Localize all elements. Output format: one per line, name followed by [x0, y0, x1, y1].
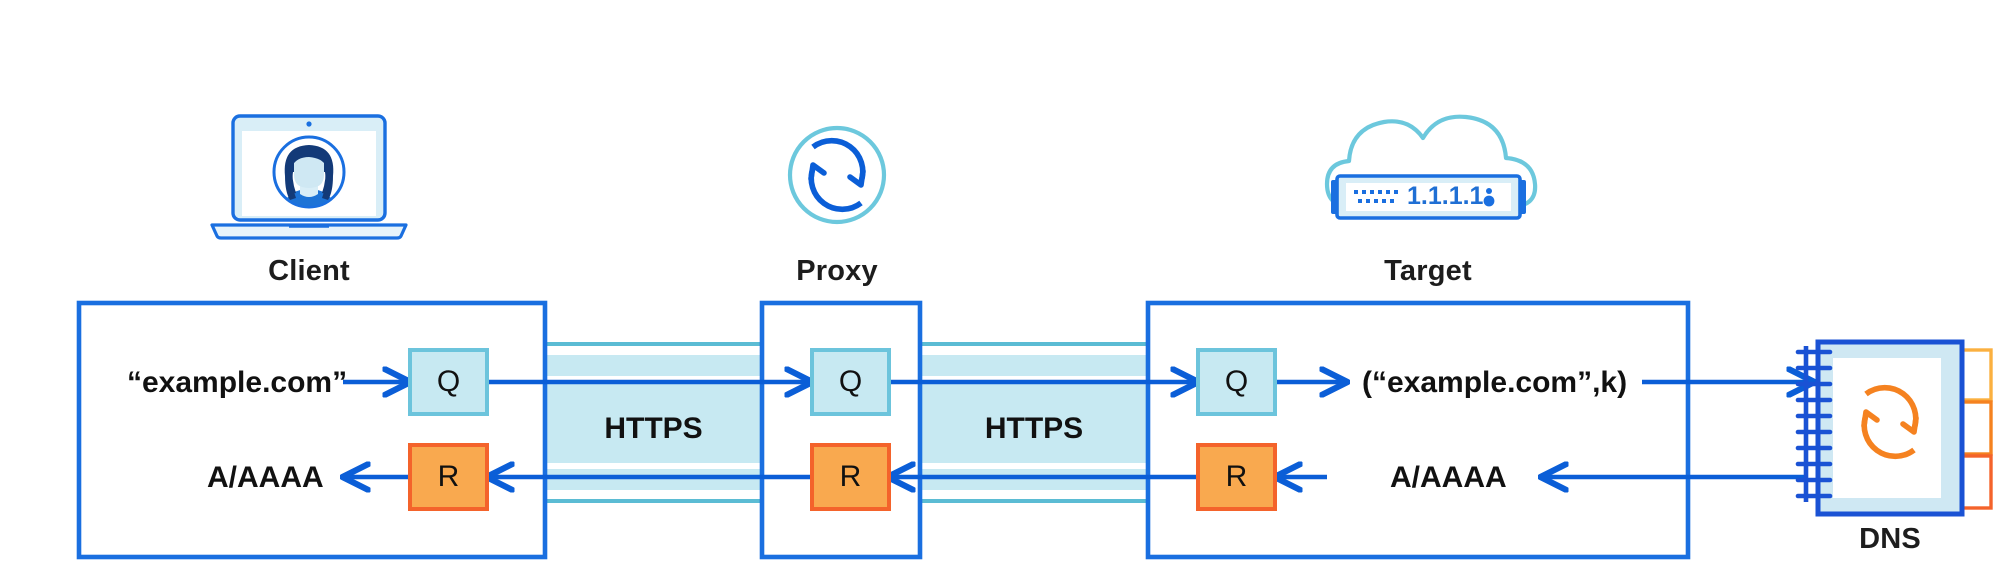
target-ip-address: 1.1.1.1 [1407, 182, 1484, 210]
message-box-client-q[interactable]: Q [408, 348, 489, 416]
node-label-target: Target [1384, 255, 1472, 287]
message-box-proxy-q-letter: Q [838, 365, 863, 398]
node-label-dns: DNS [1859, 523, 1921, 555]
target-panel [1145, 300, 1691, 560]
message-box-target-q-letter: Q [1224, 365, 1249, 398]
message-box-proxy-q[interactable]: Q [810, 348, 891, 416]
client-response-label: A/AAAA [207, 461, 324, 494]
laptop-user-icon [210, 114, 408, 240]
target-query-label: (“example.com”,k) [1362, 366, 1628, 399]
target-response-label: A/AAAA [1390, 461, 1507, 494]
message-box-client-r[interactable]: R [408, 443, 489, 511]
message-box-target-q[interactable]: Q [1196, 348, 1277, 416]
message-box-client-r-letter: R [437, 460, 460, 493]
tunnel-label-proxy-target: HTTPS [984, 412, 1084, 445]
message-box-client-q-letter: Q [436, 365, 461, 398]
node-label-proxy: Proxy [796, 255, 878, 287]
diagram-canvas: Client Proxy Target DNS 1.1.1.1 Q R Q R … [0, 0, 1999, 580]
node-label-client: Client [268, 255, 350, 287]
message-box-proxy-r[interactable]: R [810, 443, 891, 511]
message-box-proxy-r-letter: R [839, 460, 862, 493]
message-box-target-r-letter: R [1225, 460, 1248, 493]
sync-circle-icon [787, 125, 887, 225]
proxy-panel [759, 300, 923, 560]
message-box-target-r[interactable]: R [1196, 443, 1277, 511]
tunnel-label-client-proxy: HTTPS [604, 412, 703, 445]
client-panel [76, 300, 548, 560]
client-query-label: “example.com” [127, 366, 348, 399]
dns-notebook-icon [1795, 339, 1993, 517]
